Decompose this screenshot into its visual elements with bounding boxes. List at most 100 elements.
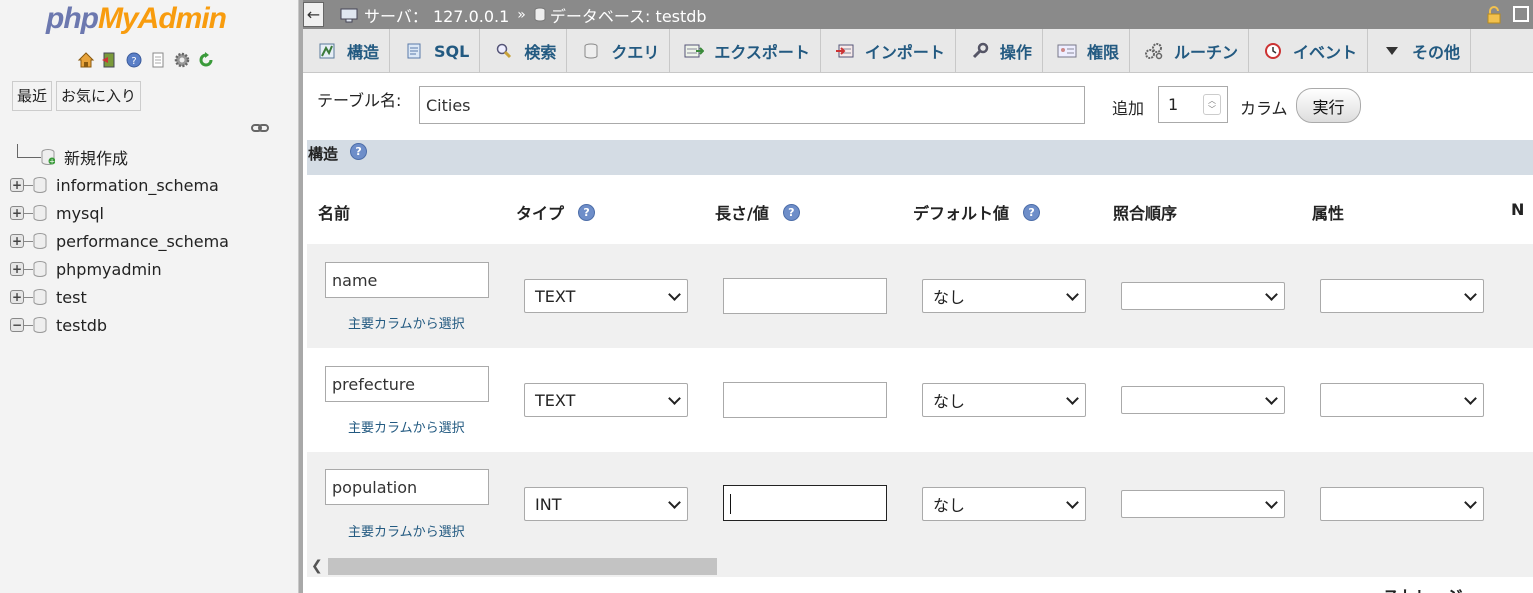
header-null: N: [1511, 200, 1525, 219]
column-default-select[interactable]: なし: [922, 279, 1086, 313]
pick-from-central-columns-link[interactable]: 主要カラムから選択: [348, 417, 465, 436]
tab-operations[interactable]: 操作: [956, 29, 1043, 72]
breadcrumb-database-link[interactable]: データベース: testdb: [550, 3, 707, 27]
import-icon: [835, 41, 855, 61]
tree-item-label: mysql: [56, 203, 104, 223]
breadcrumb-server-link[interactable]: サーバ： 127.0.0.1: [364, 3, 509, 27]
chevron-down-icon: [1265, 392, 1278, 405]
tree-item-information-schema[interactable]: + information_schema: [10, 171, 229, 199]
add-columns-stepper[interactable]: 1 ︿ ﹀: [1158, 86, 1228, 123]
docs-icon[interactable]: [148, 50, 168, 70]
column-type-select[interactable]: TEXT: [524, 383, 688, 417]
database-icon: [33, 205, 47, 221]
expand-icon[interactable]: +: [10, 262, 24, 276]
column-collation-select[interactable]: [1121, 490, 1285, 518]
column-attributes-select[interactable]: [1320, 279, 1484, 313]
help-icon[interactable]: ?: [350, 143, 368, 160]
database-icon: [33, 261, 47, 277]
column-row: population 主要カラムから選択 INT なし: [307, 452, 1533, 556]
column-length-input[interactable]: [723, 485, 887, 521]
link-icon[interactable]: [251, 120, 269, 138]
favorites-button[interactable]: お気に入り: [56, 81, 142, 111]
tree-item-label: test: [56, 287, 87, 307]
settings-icon[interactable]: [172, 50, 192, 70]
column-type-select[interactable]: INT: [524, 487, 688, 521]
reload-icon[interactable]: [196, 50, 216, 70]
horizontal-scrollbar[interactable]: ❮: [307, 556, 1533, 577]
exit-icon[interactable]: [100, 50, 120, 70]
wrench-icon: [970, 41, 990, 61]
column-length-input[interactable]: [723, 278, 887, 314]
tree-item-test[interactable]: + test: [10, 283, 229, 311]
database-icon: [534, 7, 546, 22]
expand-icon[interactable]: +: [10, 206, 24, 220]
tab-export[interactable]: エクスポート: [670, 29, 821, 72]
column-attributes-select[interactable]: [1320, 487, 1484, 521]
expand-icon[interactable]: +: [10, 290, 24, 304]
tree-connector: [17, 144, 41, 158]
help-icon[interactable]: ?: [1023, 203, 1041, 221]
column-default-select[interactable]: なし: [922, 383, 1086, 417]
tab-search[interactable]: 検索: [480, 29, 568, 72]
tree-item-new[interactable]: + 新規作成: [10, 143, 229, 171]
tree-item-mysql[interactable]: + mysql: [10, 199, 229, 227]
tree-item-performance-schema[interactable]: + performance_schema: [10, 227, 229, 255]
tab-query[interactable]: クエリ: [567, 29, 671, 72]
go-button[interactable]: 実行: [1296, 88, 1361, 123]
collapse-icon[interactable]: −: [10, 318, 24, 332]
structure-icon: [317, 41, 337, 61]
column-collation-select[interactable]: [1121, 282, 1285, 310]
tab-privileges[interactable]: 権限: [1043, 29, 1130, 72]
tab-more[interactable]: その他: [1368, 29, 1471, 72]
chevron-down-icon: [1464, 392, 1477, 405]
chevron-down-icon: [1464, 288, 1477, 301]
column-length-input[interactable]: [723, 382, 887, 418]
help-icon[interactable]: ?: [578, 203, 596, 221]
tab-events[interactable]: イベント: [1249, 29, 1368, 72]
tab-routines[interactable]: ルーチン: [1130, 29, 1249, 72]
expand-icon[interactable]: +: [10, 178, 24, 192]
column-name-input[interactable]: name: [325, 262, 489, 298]
recent-button[interactable]: 最近: [12, 81, 53, 111]
lock-icon[interactable]: [1485, 6, 1503, 28]
column-type-select[interactable]: TEXT: [524, 279, 688, 313]
database-icon: [33, 177, 47, 193]
tree-item-label: information_schema: [56, 175, 219, 195]
collapse-nav-button[interactable]: ←: [303, 2, 324, 27]
tab-structure[interactable]: 構造: [303, 29, 391, 72]
tree-item-testdb[interactable]: − testdb: [10, 311, 229, 339]
table-name-input[interactable]: Cities: [419, 86, 1085, 124]
tree-item-label: performance_schema: [56, 231, 229, 251]
help-icon[interactable]: ?: [782, 203, 800, 221]
home-icon[interactable]: [76, 50, 96, 70]
sql-icon: [404, 41, 424, 61]
svg-text:?: ?: [131, 56, 136, 67]
add-columns-label: 追加: [1112, 99, 1145, 118]
scrollbar-thumb[interactable]: [328, 558, 717, 575]
column-name-input[interactable]: population: [325, 469, 489, 505]
column-collation-select[interactable]: [1121, 386, 1285, 414]
stepper-arrows-icon[interactable]: ︿ ﹀: [1203, 94, 1221, 115]
privileges-icon: [1057, 41, 1077, 61]
text-caret: [730, 494, 731, 514]
chevron-down-icon: [668, 496, 681, 509]
database-tree: + 新規作成 + information_schema + mysql + pe…: [10, 143, 229, 339]
column-row: prefecture 主要カラムから選択 TEXT なし: [307, 348, 1533, 452]
pick-from-central-columns-link[interactable]: 主要カラムから選択: [348, 521, 465, 540]
tree-item-phpmyadmin[interactable]: + phpmyadmin: [10, 255, 229, 283]
tab-import[interactable]: インポート: [821, 29, 956, 72]
column-attributes-select[interactable]: [1320, 383, 1484, 417]
scroll-left-icon[interactable]: ❮: [311, 558, 323, 574]
database-icon: [33, 233, 47, 249]
column-row: name 主要カラムから選択 TEXT なし: [307, 244, 1533, 348]
column-default-select[interactable]: なし: [922, 487, 1086, 521]
expand-icon[interactable]: +: [10, 234, 24, 248]
help-icon[interactable]: ?: [124, 50, 144, 70]
restore-window-icon[interactable]: [1513, 6, 1529, 22]
database-icon: [33, 317, 47, 333]
phpmyadmin-logo[interactable]: phpMyAdmin: [46, 2, 227, 36]
column-name-input[interactable]: prefecture: [325, 366, 489, 402]
pick-from-central-columns-link[interactable]: 主要カラムから選択: [348, 313, 465, 332]
tab-sql[interactable]: SQL: [390, 29, 481, 72]
header-default: デフォルト値?: [913, 200, 1041, 224]
